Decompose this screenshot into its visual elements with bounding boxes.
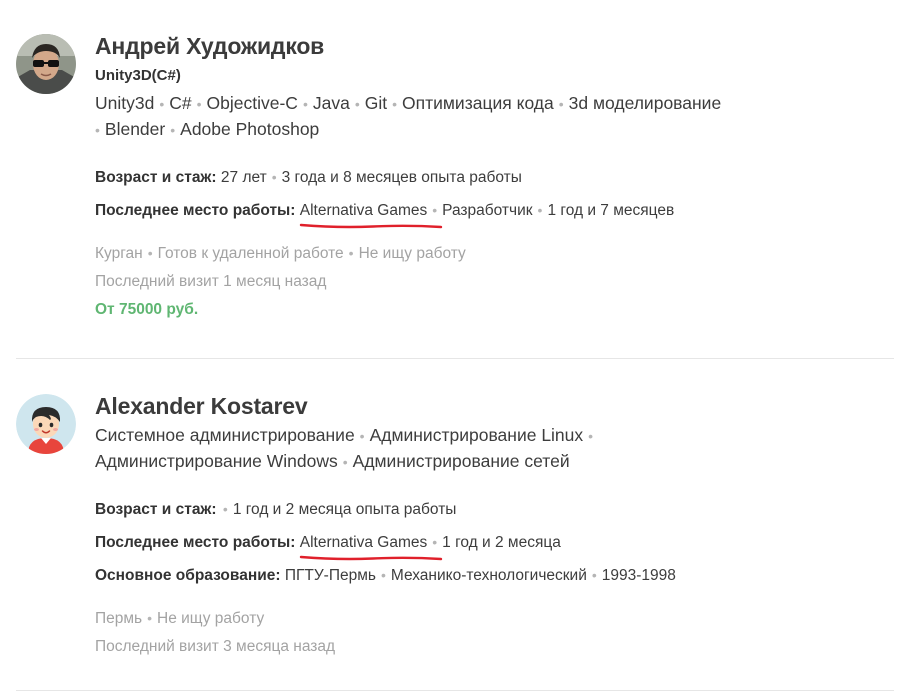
separator-dot: • [380, 567, 386, 583]
separator-dot: • [348, 245, 354, 261]
separator-dot: • [392, 96, 398, 112]
separator-dot: • [558, 96, 564, 112]
skill-tag: Системное администрирование [95, 425, 355, 445]
position-value: Разработчик [442, 202, 533, 219]
separator-dot: • [354, 96, 360, 112]
last-job-row: Последнее место работы: Alternativa Game… [95, 532, 894, 561]
meta-block: Пермь • Не ищу работу Последний визит 3 ме… [95, 608, 894, 657]
skill-tag: Администрирование Linux [369, 425, 584, 445]
separator-dot: • [271, 169, 277, 185]
separator-dot: • [222, 501, 228, 517]
salary: От 75000 руб. [95, 301, 199, 318]
skill-tag: Оптимизация кода [402, 93, 554, 113]
job-search-status: Не ищу работу [157, 610, 265, 627]
separator-dot: • [147, 245, 153, 261]
separator-dot: • [588, 428, 594, 444]
experience-value: 3 года и 8 месяцев опыта работы [281, 169, 522, 186]
resume-card: Андрей Художидков Unity3D(C#) Unity3d • C#… [16, 30, 894, 359]
red-underline-annotation [299, 555, 442, 561]
company-text: Alternativa Games [299, 534, 428, 551]
separator-dot: • [196, 96, 202, 112]
avatar[interactable] [16, 394, 76, 454]
skill-tag: Objective-C [206, 93, 298, 113]
skill-tag: Unity3d [95, 93, 155, 113]
candidate-name[interactable]: Андрей Художидков [95, 30, 894, 62]
last-job-row: Последнее место работы: Alternativa Game… [95, 200, 894, 229]
user-photo-avatar-icon [16, 34, 76, 94]
skill-tag: 3d моделирование [568, 93, 722, 113]
location-row: Пермь • Не ищу работу [95, 608, 894, 629]
education-row: Основное образование: ПГТУ-Пермь • Механик… [95, 565, 894, 586]
age-value: 27 лет [220, 169, 267, 186]
education-years: 1993-1998 [601, 567, 676, 584]
separator-dot: • [95, 122, 100, 138]
skills-list: Системное администрирование • Администриро… [95, 423, 655, 475]
separator-dot: • [359, 428, 365, 444]
city: Пермь [95, 610, 143, 627]
skill-tag: Администрирование сетей [352, 451, 570, 471]
red-underline-annotation [299, 223, 442, 229]
age-experience-row: Возраст и стаж: • 1 год и 2 месяца опыта … [95, 499, 894, 520]
candidate-name[interactable]: Alexander Kostarev [95, 390, 894, 422]
last-visit: Последний визит 1 месяц назад [95, 273, 327, 290]
company-name: Alternativa Games [299, 533, 442, 561]
skill-tag: C# [169, 93, 192, 113]
last-job-label: Последнее место работы: [95, 202, 296, 219]
separator-dot: • [432, 534, 438, 550]
education-faculty: Механико-технологический [390, 567, 587, 584]
skill-tag: Java [312, 93, 350, 113]
skill-tag: Администрирование Windows [95, 451, 338, 471]
age-label: Возраст и стаж: [95, 169, 217, 186]
remote-status: Готов к удаленной работе [157, 245, 344, 262]
separator-dot: • [591, 567, 597, 583]
experience-value: 1 год и 2 месяца опыта работы [232, 501, 457, 518]
avatar[interactable] [16, 34, 76, 94]
separator-dot: • [170, 122, 176, 138]
skills-list: Unity3d • C# • Objective-C • Java • Git • Оптимиза… [95, 91, 785, 143]
last-job-label: Последнее место работы: [95, 534, 296, 551]
info-block: Возраст и стаж: 27 лет • 3 года и 8 месяце… [95, 167, 894, 229]
separator-dot: • [432, 202, 438, 218]
last-visit: Последний визит 3 месяца назад [95, 638, 336, 655]
skill-tag: Adobe Photoshop [180, 119, 320, 139]
education-school: ПГТУ-Пермь [284, 567, 376, 584]
cartoon-person-avatar-icon [16, 394, 76, 454]
separator-dot: • [302, 96, 308, 112]
skill-tag: Blender [104, 119, 166, 139]
city: Курган [95, 245, 143, 262]
separator-dot: • [159, 96, 165, 112]
skill-tag: Git [364, 93, 388, 113]
age-label: Возраст и стаж: [95, 501, 217, 518]
job-duration: 1 год и 7 месяцев [547, 202, 675, 219]
job-search-status: Не ищу работу [358, 245, 466, 262]
separator-dot: • [147, 610, 153, 626]
specialty: Unity3D(C#) [95, 67, 181, 84]
company-name: Alternativa Games [299, 201, 442, 229]
job-duration: 1 год и 2 месяца [442, 534, 561, 551]
meta-block: Курган • Готов к удаленной работе • Не ищу р… [95, 243, 894, 320]
company-text: Alternativa Games [299, 202, 428, 219]
resume-card: Alexander Kostarev Системное администрир… [16, 390, 894, 691]
separator-dot: • [342, 454, 348, 470]
separator-dot: • [537, 202, 543, 218]
age-experience-row: Возраст и стаж: 27 лет • 3 года и 8 месяце… [95, 167, 894, 188]
education-label: Основное образование: [95, 567, 281, 584]
location-row: Курган • Готов к удаленной работе • Не ищу р… [95, 243, 894, 264]
info-block: Возраст и стаж: • 1 год и 2 месяца опыта … [95, 499, 894, 586]
